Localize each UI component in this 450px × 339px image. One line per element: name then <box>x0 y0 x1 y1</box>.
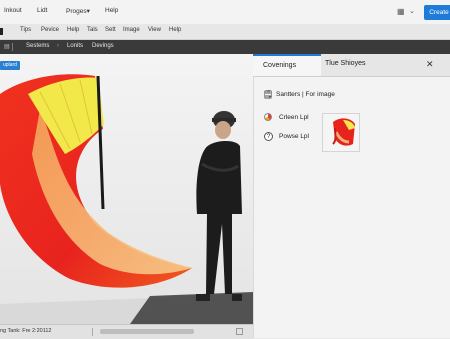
tab-divider <box>12 43 13 51</box>
upload-badge[interactable]: uplard <box>0 61 20 70</box>
grid-icon[interactable]: ▦ <box>397 7 406 16</box>
image-thumbnail[interactable] <box>322 113 360 152</box>
tab-covenings[interactable]: Covenings <box>253 54 321 76</box>
tab-bar: ▤ Sestems › Lonits Devings <box>0 40 450 54</box>
menu-tips[interactable]: Tips <box>20 27 31 33</box>
menu-view[interactable]: View <box>148 27 161 33</box>
menu-image[interactable]: Image <box>123 27 140 33</box>
status-divider <box>92 328 93 336</box>
status-text: ng Tank: Fre 2:20112 <box>0 328 52 334</box>
summary-icon: 🗒 <box>263 90 274 99</box>
summary-value: For image <box>305 91 335 98</box>
row-crleen-label[interactable]: Crleen Lpl <box>279 114 309 121</box>
summary-label: Santters <box>276 91 301 98</box>
image-canvas[interactable]: uplard <box>0 54 253 324</box>
tab-tlue-shioyes[interactable]: Tlue Shioyes <box>325 60 365 67</box>
menu-proges[interactable]: Proges▾ <box>66 7 90 15</box>
summary-separator: | <box>302 91 304 98</box>
photo-umbrella-man <box>0 54 253 324</box>
close-icon[interactable]: ✕ <box>426 59 434 70</box>
tab-devings[interactable]: Devings <box>92 43 114 49</box>
create-button[interactable]: Create <box>424 5 450 20</box>
horizontal-scrollbar[interactable] <box>100 329 194 334</box>
panel-toggle-icon[interactable]: ▤ <box>4 43 10 50</box>
color-wheel-icon <box>264 113 272 121</box>
right-panel: Covenings Tlue Shioyes ✕ 🗒 Santters | Fo… <box>253 54 450 338</box>
menu-lidt[interactable]: Lidt <box>37 7 47 14</box>
title-bar: Inkout Lidt Proges▾ Help ▦ ⌄ Create <box>0 0 450 24</box>
menu-pevice[interactable]: Pevice <box>41 27 59 33</box>
tab-sestems[interactable]: Sestems <box>26 43 49 49</box>
row-powse-label[interactable]: Powse Lpl <box>279 133 309 140</box>
thumbnail-umbrella <box>323 114 359 151</box>
menu-sett[interactable]: Sett <box>105 27 116 33</box>
panel-body: 🗒 Santters | For image Crleen Lpl ? Pows… <box>253 77 450 338</box>
menu-help-2[interactable]: Help <box>67 27 79 33</box>
tab-separator: › <box>57 43 59 49</box>
panel-header: Covenings Tlue Shioyes ✕ <box>253 54 450 77</box>
menu-help[interactable]: Help <box>105 7 118 14</box>
tab-lonits[interactable]: Lonits <box>67 43 83 49</box>
menu-help-3[interactable]: Help <box>169 27 181 33</box>
resize-icon[interactable] <box>236 328 243 335</box>
menu-inkout[interactable]: Inkout <box>4 7 22 14</box>
status-bar: ng Tank: Fre 2:20112 <box>0 324 253 339</box>
menu-tals[interactable]: Tals <box>87 27 98 33</box>
summary-row: Santters | For image <box>276 91 335 98</box>
menu-bar: Tips Pevice Help Tals Sett Image View He… <box>0 24 450 40</box>
menu-marker-icon <box>0 28 3 35</box>
help-icon[interactable]: ? <box>264 132 273 141</box>
chevron-down-icon[interactable]: ⌄ <box>409 7 415 15</box>
